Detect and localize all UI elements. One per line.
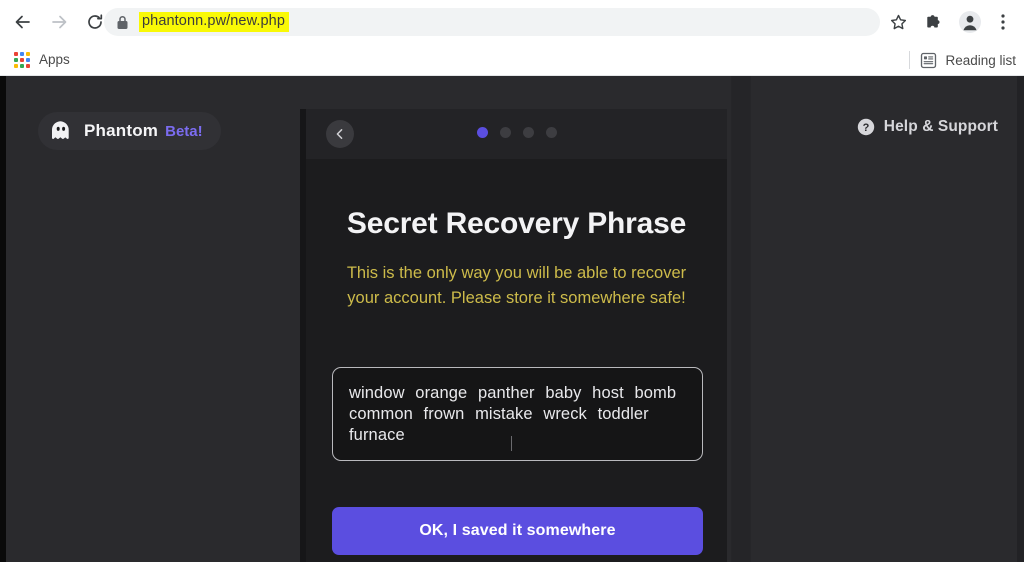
help-support-link[interactable]: ? Help & Support — [857, 118, 998, 136]
help-support-label: Help & Support — [883, 118, 998, 135]
progress-dot-4[interactable] — [545, 127, 557, 138]
progress-dot-1[interactable] — [476, 127, 488, 138]
address-bar[interactable]: phantonn.pw/new.php — [104, 8, 880, 36]
page-title: Secret Recovery Phrase — [346, 207, 687, 240]
url-text[interactable]: phantonn.pw/new.php — [139, 12, 289, 32]
page-right-edge — [1017, 76, 1024, 562]
progress-dots — [306, 127, 727, 138]
progress-dot-2[interactable] — [499, 127, 511, 138]
bookmarks-divider — [909, 51, 911, 69]
extensions-puzzle-icon — [926, 14, 940, 27]
extensions-button[interactable] — [918, 6, 950, 38]
reading-list-label: Reading list — [945, 52, 1016, 68]
reading-list-button[interactable]: Reading list — [920, 52, 1016, 69]
forward-button[interactable] — [44, 7, 74, 37]
toolbar-right-actions — [882, 0, 1024, 44]
arrow-left-icon — [15, 15, 30, 29]
profile-avatar-icon — [959, 11, 981, 33]
phantom-ghost-icon — [52, 121, 69, 140]
chrome-menu-button[interactable] — [990, 6, 1016, 38]
screenshot-root: phantonn.pw/new.php Apps Reading list Ph… — [0, 0, 1024, 562]
phantom-brand[interactable]: Phantom Beta! — [38, 112, 221, 150]
back-button[interactable] — [8, 7, 38, 37]
page-divider-right — [750, 76, 751, 562]
recovery-phrase-words: window orange panther baby host bomb com… — [349, 384, 677, 444]
bookmarks-bar: Apps Reading list — [0, 44, 1024, 76]
bookmark-star-icon — [890, 14, 906, 29]
help-circle-icon: ? — [857, 118, 874, 136]
recovery-phrase-box[interactable]: window orange panther baby host bomb com… — [332, 367, 703, 461]
browser-toolbar: phantonn.pw/new.php — [0, 0, 1024, 44]
profile-button[interactable] — [954, 6, 986, 38]
arrow-right-icon — [52, 15, 67, 29]
text-caret — [511, 436, 512, 451]
browser-chrome: phantonn.pw/new.php Apps Reading list — [0, 0, 1024, 76]
progress-dot-3[interactable] — [522, 127, 534, 138]
brand-name: Phantom — [84, 121, 159, 140]
chrome-menu-icon — [1001, 14, 1005, 30]
bookmarks-bar-right: Reading list — [909, 44, 1024, 76]
recovery-phrase-modal: Secret Recovery Phrase This is the only … — [306, 109, 727, 562]
page-right-gutter — [732, 76, 750, 562]
confirm-saved-button[interactable]: OK, I saved it somewhere — [332, 507, 703, 555]
page-content: Phantom Beta! ? Help & Support Secret Re… — [0, 76, 1024, 562]
bookmark-item-apps[interactable]: Apps — [8, 50, 76, 70]
warning-text: This is the only way you will be able to… — [346, 264, 687, 307]
apps-grid-icon — [14, 51, 30, 68]
bookmark-star-button[interactable] — [882, 6, 914, 38]
page-left-edge — [0, 76, 6, 562]
modal-header — [306, 109, 727, 159]
page-divider-left — [731, 76, 732, 562]
bookmark-apps-label: Apps — [39, 52, 70, 67]
lock-icon — [117, 15, 128, 29]
svg-text:?: ? — [862, 122, 869, 134]
reload-icon — [88, 14, 103, 29]
reading-list-icon — [921, 52, 937, 68]
brand-beta-tag: Beta! — [165, 122, 203, 140]
modal-body: Secret Recovery Phrase This is the only … — [306, 207, 727, 555]
